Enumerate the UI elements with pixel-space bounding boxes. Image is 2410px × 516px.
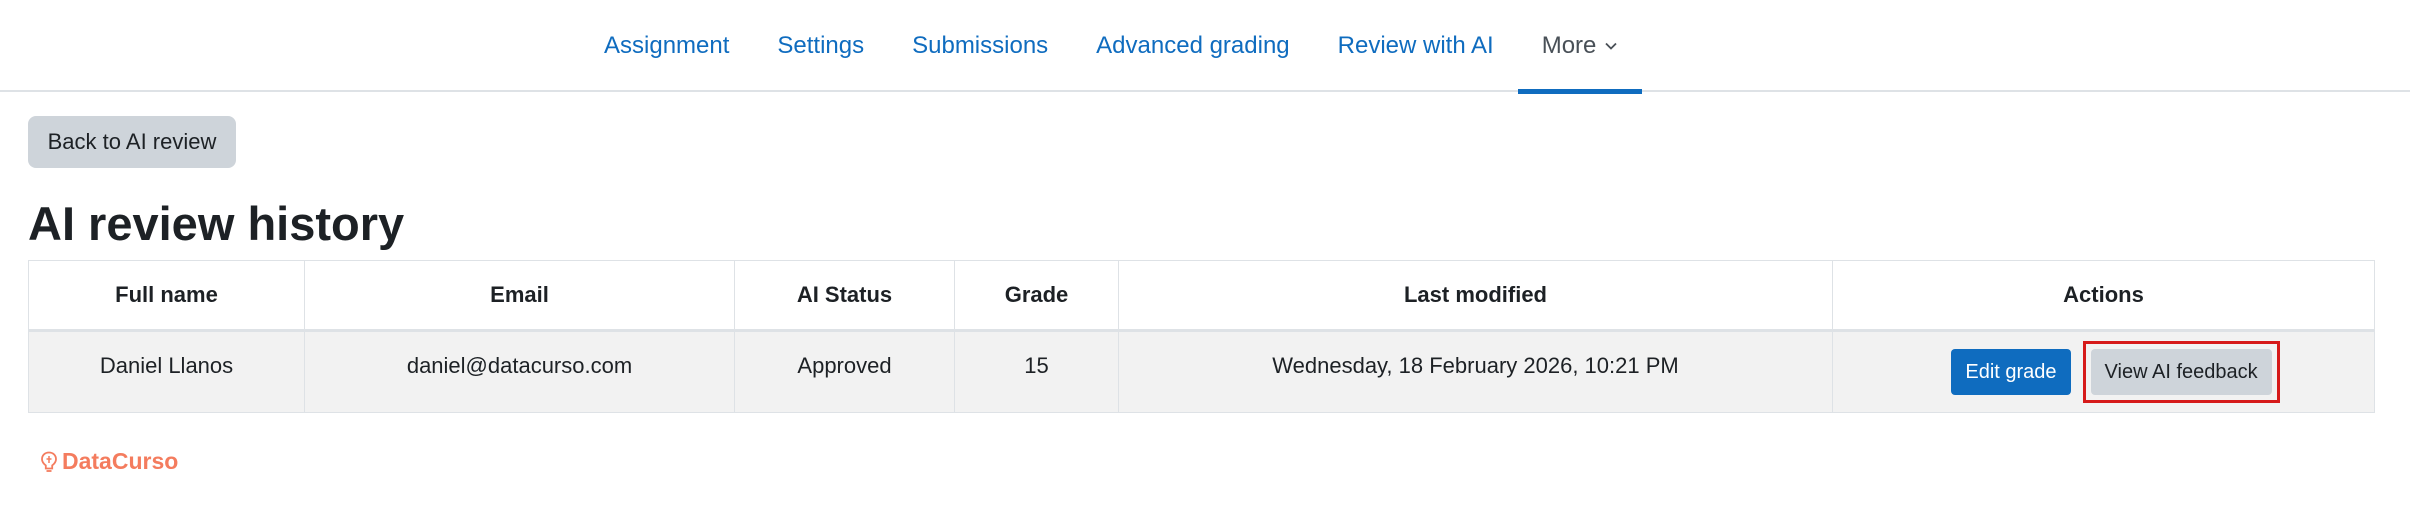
tab-more-label: More bbox=[1541, 32, 1597, 59]
footer-brand-label: DataCurso bbox=[62, 448, 179, 474]
cell-grade: 15 bbox=[954, 330, 1119, 413]
tab-submissions[interactable]: Submissions bbox=[888, 0, 1072, 92]
cell-actions: Edit grade View AI feedback bbox=[1832, 330, 2375, 413]
footer-brand[interactable]: DataCurso bbox=[40, 448, 178, 475]
actions-group: Edit grade View AI feedback bbox=[1834, 341, 2374, 403]
header-grade[interactable]: Grade bbox=[954, 260, 1119, 332]
tab-review-with-ai[interactable]: Review with AI bbox=[1314, 0, 1518, 92]
secondary-nav-list: Assignment Settings Submissions Advanced… bbox=[580, 0, 1643, 94]
tab-settings[interactable]: Settings bbox=[753, 0, 888, 92]
table-header-row: Full name Email AI Status Grade Last mod… bbox=[28, 260, 2375, 332]
cell-full-name: Daniel Llanos bbox=[28, 330, 305, 413]
header-email[interactable]: Email bbox=[304, 260, 735, 332]
header-full-name[interactable]: Full name bbox=[28, 260, 305, 332]
tab-advanced-grading[interactable]: Advanced grading bbox=[1072, 0, 1313, 92]
edit-grade-button[interactable]: Edit grade bbox=[1951, 349, 2071, 395]
header-actions: Actions bbox=[1832, 260, 2375, 332]
cell-ai-status: Approved bbox=[734, 330, 955, 413]
tab-more[interactable]: More bbox=[1517, 0, 1643, 94]
chevron-down-icon bbox=[1605, 42, 1618, 50]
datacurso-logo-icon bbox=[41, 451, 57, 472]
back-to-ai-review-button[interactable]: Back to AI review bbox=[28, 116, 236, 168]
page-title: AI review history bbox=[28, 197, 405, 250]
header-ai-status[interactable]: AI Status bbox=[734, 260, 955, 332]
cell-last-modified: Wednesday, 18 February 2026, 10:21 PM bbox=[1118, 330, 1833, 413]
ai-review-history-table: Full name Email AI Status Grade Last mod… bbox=[28, 260, 2375, 413]
cell-email: daniel@datacurso.com bbox=[304, 330, 735, 413]
table-row: Daniel Llanos daniel@datacurso.com Appro… bbox=[28, 330, 2375, 413]
header-last-modified[interactable]: Last modified bbox=[1118, 260, 1833, 332]
secondary-navigation: Assignment Settings Submissions Advanced… bbox=[0, 0, 2410, 94]
tab-assignment[interactable]: Assignment bbox=[580, 0, 753, 92]
highlight-box: View AI feedback bbox=[2082, 341, 2280, 403]
view-ai-feedback-button[interactable]: View AI feedback bbox=[2090, 349, 2272, 395]
